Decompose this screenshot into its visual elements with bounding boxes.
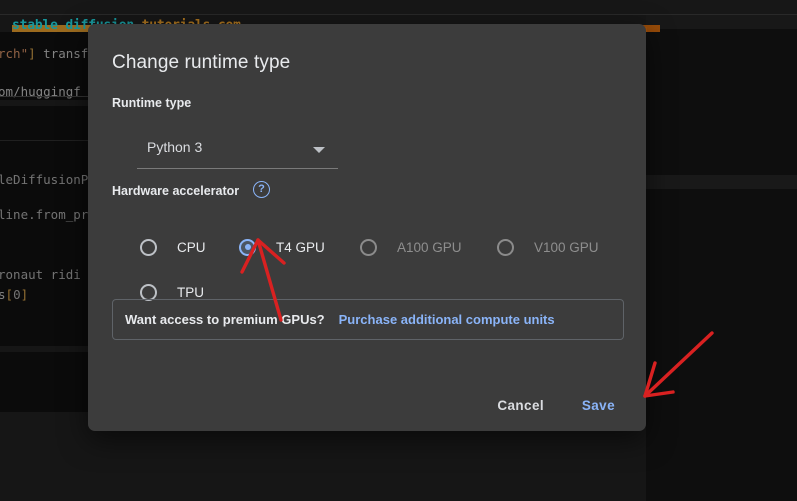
runtime-type-value: Python 3	[147, 139, 203, 155]
radio-option-cpu[interactable]: CPU	[140, 236, 206, 258]
radio-icon	[140, 238, 157, 256]
radio-label: V100 GPU	[534, 239, 599, 255]
radio-icon	[360, 238, 377, 256]
radio-icon	[140, 283, 157, 301]
promo-text: Want access to premium GPUs?	[125, 312, 325, 327]
radio-label: CPU	[177, 239, 206, 255]
radio-label: T4 GPU	[276, 239, 325, 255]
radio-label: TPU	[177, 284, 204, 300]
dialog-title: Change runtime type	[112, 52, 291, 73]
screen-root: rch"] transf om/huggingf leDiffusionP li…	[0, 0, 797, 501]
radio-label: A100 GPU	[397, 239, 462, 255]
runtime-type-label: Runtime type	[112, 96, 192, 110]
chevron-down-icon	[313, 147, 325, 153]
help-icon[interactable]: ?	[253, 181, 270, 198]
runtime-type-select[interactable]: Python 3	[137, 132, 338, 168]
radio-option-t4-gpu[interactable]: T4 GPU	[239, 236, 325, 258]
radio-icon-selected	[239, 238, 256, 256]
radio-option-v100-gpu[interactable]: V100 GPU	[497, 236, 599, 258]
cancel-button[interactable]: Cancel	[488, 391, 553, 420]
save-button[interactable]: Save	[573, 391, 624, 420]
change-runtime-dialog: Change runtime type Runtime type Python …	[88, 24, 646, 431]
premium-gpu-promo: Want access to premium GPUs? Purchase ad…	[112, 299, 624, 340]
radio-icon	[497, 238, 514, 256]
hardware-accelerator-label: Hardware accelerator	[112, 184, 240, 198]
purchase-compute-units-link[interactable]: Purchase additional compute units	[339, 312, 555, 327]
radio-option-a100-gpu[interactable]: A100 GPU	[360, 236, 462, 258]
select-underline	[137, 168, 338, 169]
